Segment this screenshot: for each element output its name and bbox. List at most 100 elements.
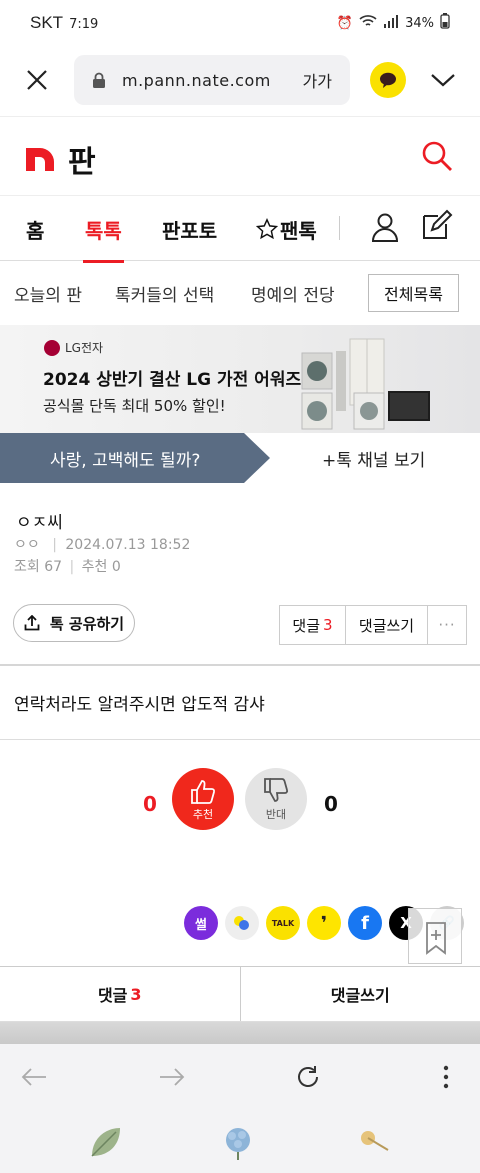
upvote-count: 0: [143, 792, 157, 816]
browser-menu-button[interactable]: [430, 1061, 462, 1093]
tab-pannphoto[interactable]: 판포토: [162, 196, 217, 262]
appliances-image: [301, 338, 430, 430]
main-nav: 홈 톡톡 판포토 팬톡: [0, 195, 480, 263]
menu-expand-button[interactable]: [428, 66, 458, 94]
recommend-label: 추천: [81, 559, 108, 575]
kakaotalk-share-icon[interactable]: TALK: [266, 906, 300, 940]
channel-bar: 사랑, 고백해도 될까? +톡 채널 보기: [0, 433, 480, 483]
comments-tab-count: 3: [130, 984, 142, 1004]
wifi-icon: [359, 14, 377, 32]
thumbs-down-icon: [264, 778, 289, 802]
ad-banner[interactable]: LG전자 2024 상반기 결산 LG 가전 어워즈 공식몰 단독 최대 50%…: [0, 325, 480, 433]
kakaostory-share-icon[interactable]: ❜: [307, 906, 341, 940]
back-dandelion-icon[interactable]: [352, 1122, 392, 1162]
close-tab-button[interactable]: [0, 46, 74, 114]
meta-divider: |: [52, 537, 57, 553]
recent-apps-leaf-icon[interactable]: [86, 1122, 126, 1162]
ad-subline: 공식몰 단독 최대 50% 할인!: [43, 397, 226, 415]
clock: 7:19: [69, 17, 99, 32]
share-button[interactable]: 톡 공유하기: [13, 604, 135, 642]
downvote-button[interactable]: 반대: [245, 768, 307, 830]
recommend-count: 0: [111, 559, 121, 575]
tab-home[interactable]: 홈: [26, 196, 44, 262]
share-button-label: 톡 공유하기: [49, 614, 125, 633]
share-upload-icon: [24, 615, 40, 631]
upvote-button[interactable]: 추천: [172, 768, 234, 830]
tab-fantalk-label: 팬톡: [280, 218, 317, 243]
post-title: ㅇㅈ씨: [16, 513, 63, 533]
lg-logo-icon: [44, 339, 60, 356]
upvote-label: 추천: [192, 808, 214, 821]
status-bar: SKT 7:19 ⏰ 34%: [0, 0, 480, 46]
comments-button[interactable]: 댓글 3: [280, 606, 346, 644]
more-vertical-icon: [443, 1065, 449, 1089]
channel-name: 사랑, 고백해도 될까?: [50, 450, 201, 471]
post-author[interactable]: ㅇㅇ: [14, 537, 40, 553]
comments-label: 댓글: [292, 616, 321, 635]
reload-icon: [298, 1066, 318, 1087]
channel-name-tag[interactable]: 사랑, 고백해도 될까?: [0, 433, 270, 483]
chat-bubble-icon: [380, 72, 396, 88]
views-label: 조회: [14, 559, 40, 575]
bookmark-button[interactable]: [408, 908, 462, 964]
system-nav-bar: [0, 1110, 480, 1173]
site-logo-text[interactable]: 판: [68, 137, 96, 181]
ssul-share-icon[interactable]: 썰: [184, 906, 218, 940]
downvote-label: 반대: [265, 808, 287, 821]
tab-fantalk[interactable]: 팬톡: [256, 196, 317, 262]
reload-button[interactable]: [292, 1061, 324, 1093]
nav-divider: [339, 216, 340, 240]
bookmark-add-icon: [426, 922, 446, 955]
alarm-icon: ⏰: [336, 15, 354, 31]
section-divider: [0, 739, 480, 740]
write-comment-button[interactable]: 댓글쓰기: [346, 606, 428, 644]
views-count: 67: [44, 559, 63, 575]
battery-level: 34%: [405, 15, 434, 31]
signal-icon: [383, 14, 399, 32]
ad-brand: LG전자: [44, 339, 103, 356]
more-button[interactable]: ···: [428, 606, 466, 644]
arrow-right-icon: [160, 1068, 185, 1086]
subnav-tokker-choice[interactable]: 톡커들의 선택: [115, 262, 214, 324]
all-list-button[interactable]: 전체목록: [368, 274, 459, 312]
comments-tab-button[interactable]: 댓글 3: [0, 967, 241, 1021]
post-body: 연락처라도 알려주시면 압도적 감샤: [14, 695, 265, 715]
subnav-today[interactable]: 오늘의 판: [14, 262, 82, 324]
arrow-left-icon: [21, 1068, 46, 1086]
post-stats: 조회 67 | 추천 0: [14, 556, 121, 576]
url-text: m.pann.nate.com: [122, 70, 271, 90]
home-hydrangea-icon[interactable]: [218, 1122, 258, 1162]
user-icon[interactable]: [370, 212, 400, 242]
kakao-talk-button[interactable]: [370, 62, 406, 98]
back-button[interactable]: [18, 1061, 50, 1093]
browser-nav-bar: [0, 1044, 480, 1110]
forward-button[interactable]: [156, 1061, 188, 1093]
comment-bar: 댓글 3 댓글쓰기: [0, 966, 480, 1022]
nate-talk-share-icon[interactable]: [225, 906, 259, 940]
comments-tab-label: 댓글: [97, 986, 128, 1005]
section-divider: [0, 664, 480, 666]
subnav-hall-of-fame[interactable]: 명예의 전당: [251, 262, 335, 324]
address-bar[interactable]: m.pann.nate.com 가가: [74, 55, 350, 105]
ad-brand-text: LG전자: [65, 341, 104, 355]
nate-on-icon: [234, 916, 249, 930]
close-icon: [27, 70, 47, 90]
tab-toktok[interactable]: 톡톡: [83, 196, 124, 263]
ad-headline: 2024 상반기 결산 LG 가전 어워즈: [43, 370, 302, 390]
carrier: SKT: [30, 13, 64, 32]
comment-button-group: 댓글 3 댓글쓰기 ···: [279, 605, 467, 645]
font-size-button[interactable]: 가가: [303, 68, 332, 92]
write-post-icon[interactable]: [420, 208, 454, 242]
star-icon: [256, 218, 278, 240]
post-author-date: ㅇㅇ | 2024.07.13 18:52: [14, 534, 190, 554]
thumbs-up-icon: [191, 780, 216, 804]
browser-toolbar: m.pann.nate.com 가가: [0, 46, 480, 114]
search-icon[interactable]: [420, 139, 454, 173]
view-channel-link[interactable]: +톡 채널 보기: [322, 433, 425, 483]
post-date: 2024.07.13 18:52: [65, 537, 191, 553]
nate-logo-icon[interactable]: [26, 145, 54, 171]
facebook-share-icon[interactable]: f: [348, 906, 382, 940]
downvote-count: 0: [324, 792, 338, 816]
write-comment-tab-button[interactable]: 댓글쓰기: [241, 967, 480, 1021]
content-overflow-fade: [0, 1022, 480, 1044]
